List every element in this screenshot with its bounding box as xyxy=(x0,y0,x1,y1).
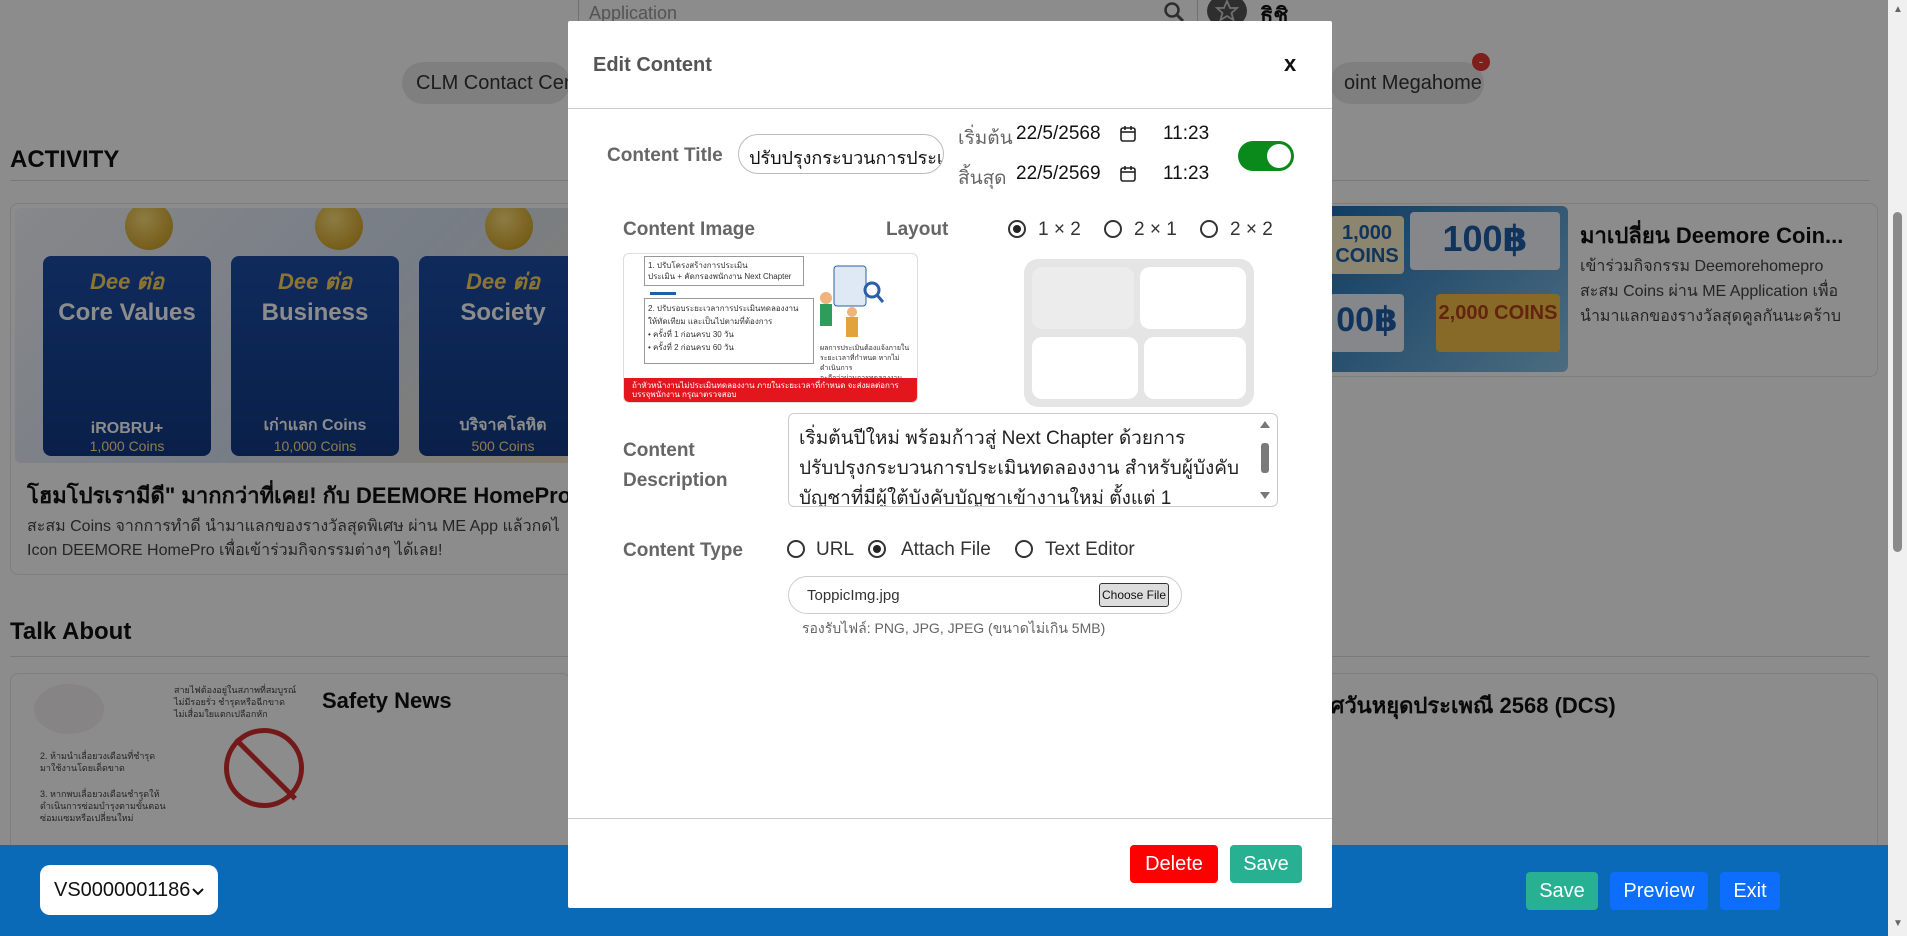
toggle-knob xyxy=(1267,144,1291,168)
calendar-icon[interactable] xyxy=(1119,165,1137,183)
content-description-label-2: Description xyxy=(623,470,728,491)
end-time-input[interactable]: 11:23 xyxy=(1163,163,1209,185)
modal-footer-divider xyxy=(568,818,1332,819)
content-type-radio-attach-file[interactable] xyxy=(868,540,886,558)
content-type-option-attach-file: Attach File xyxy=(901,539,991,560)
layout-cell xyxy=(1140,267,1246,329)
content-type-label: Content Type xyxy=(623,540,743,561)
team-illustration-icon xyxy=(820,265,884,337)
start-date-label: เริ่มต้น xyxy=(958,128,1013,149)
layout-label: Layout xyxy=(886,219,949,240)
start-date-input[interactable]: 22/5/2568 xyxy=(1016,123,1101,145)
scroll-up-arrow-icon[interactable]: ▲ xyxy=(1893,4,1903,15)
content-title-input[interactable]: ปรับปรุงกระบวนการประเมินทดลองงาน xyxy=(738,134,944,174)
layout-radio-2x2[interactable] xyxy=(1200,220,1218,238)
layout-cell xyxy=(1032,337,1138,399)
edit-content-modal: Edit Content x Content Title ปรับปรุงกระ… xyxy=(568,21,1332,908)
end-date-input[interactable]: 22/5/2569 xyxy=(1016,163,1101,185)
content-type-option-url: URL xyxy=(816,539,855,560)
modal-save-button[interactable]: Save xyxy=(1230,845,1302,883)
description-scrollbar[interactable] xyxy=(1258,419,1272,501)
layout-option-2x2: 2 × 2 xyxy=(1230,219,1273,240)
scroll-down-arrow-icon[interactable]: ▼ xyxy=(1893,918,1903,929)
content-type-radio-text-editor[interactable] xyxy=(1015,540,1033,558)
calendar-icon[interactable] xyxy=(1119,125,1137,143)
end-date-label: สิ้นสุด xyxy=(958,168,1007,189)
delete-button[interactable]: Delete xyxy=(1130,845,1218,883)
start-time-input[interactable]: 11:23 xyxy=(1163,123,1209,145)
image-footer-banner: ถ้าหัวหน้างานไม่ประเมินทดลองงาน ภายในระย… xyxy=(624,378,917,402)
scrollbar-thumb[interactable] xyxy=(1893,212,1902,552)
choose-file-button[interactable]: Choose File xyxy=(1099,583,1169,607)
content-title-label: Content Title xyxy=(607,145,723,166)
file-name: ToppicImg.jpg xyxy=(807,587,900,604)
layout-cell xyxy=(1144,337,1246,399)
layout-radio-1x2[interactable] xyxy=(1008,220,1026,238)
description-line: เริ่มต้นปีใหม่ พร้อมก้าวสู่ Next Chapter… xyxy=(799,428,1186,449)
description-line: บัญชาที่มีผู้ใต้บังคับบัญชาเข้างานใหม่ ต… xyxy=(799,488,1172,507)
publish-toggle[interactable] xyxy=(1238,141,1294,171)
layout-radio-2x1[interactable] xyxy=(1104,220,1122,238)
page-scrollbar[interactable]: ▲ ▼ xyxy=(1888,0,1907,936)
content-image-label: Content Image xyxy=(623,219,755,240)
content-type-option-text-editor: Text Editor xyxy=(1045,539,1135,560)
modal-title: Edit Content xyxy=(593,54,712,76)
file-hint: รองรับไฟล์: PNG, JPG, JPEG (ขนาดไม่เกิน … xyxy=(802,620,1106,636)
description-line: ปรับปรุงกระบวนการประเมินทดลองงาน สำหรับผ… xyxy=(799,458,1240,479)
layout-cell xyxy=(1032,267,1134,329)
modal-header: Edit Content x xyxy=(568,21,1332,109)
close-icon[interactable]: x xyxy=(1284,51,1296,77)
content-description-label-1: Content xyxy=(623,440,695,461)
layout-option-2x1: 2 × 1 xyxy=(1134,219,1177,240)
layout-option-1x2: 1 × 2 xyxy=(1038,219,1081,240)
layout-preview xyxy=(1024,259,1254,407)
content-description-textarea[interactable]: เริ่มต้นปีใหม่ พร้อมก้าวสู่ Next Chapter… xyxy=(788,413,1278,507)
content-image-preview[interactable]: 1. ปรับโครงสร้างการประเมิน ประเมิน + คัดก… xyxy=(623,253,918,403)
file-input[interactable]: ToppicImg.jpg Choose File xyxy=(788,576,1182,614)
content-type-radio-url[interactable] xyxy=(787,540,805,558)
